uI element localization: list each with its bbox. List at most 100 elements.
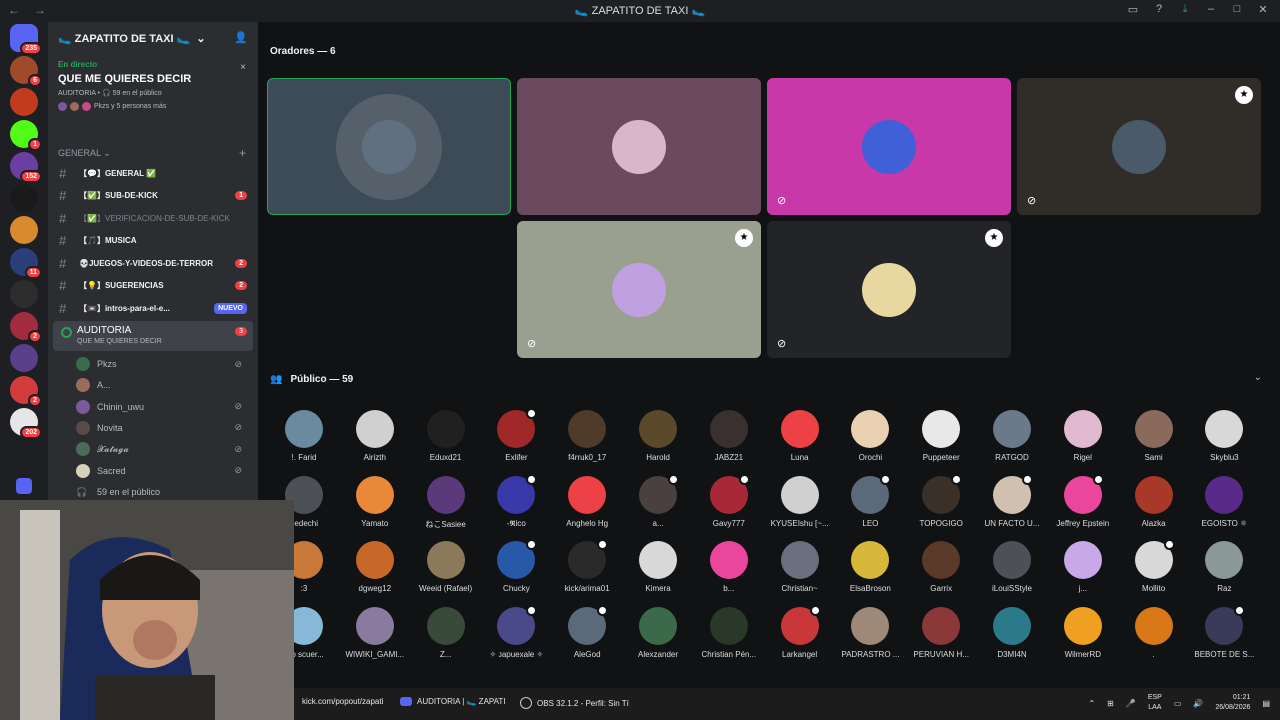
audience-member[interactable]: Alazka	[1119, 475, 1189, 528]
audience-member[interactable]: Eduxd21	[411, 410, 481, 462]
channel-item[interactable]: # 【💬】GENERAL ✅	[53, 163, 253, 183]
add-member-icon[interactable]: 👤	[234, 31, 248, 44]
channel-item[interactable]: # 【📼】intros-para-el-e... NUEVO	[53, 298, 253, 318]
audience-member[interactable]: Alexzander	[623, 606, 693, 659]
audience-member[interactable]: .	[1119, 606, 1189, 659]
audience-member[interactable]: dgweg12	[340, 541, 410, 593]
audience-member[interactable]: Jeffrey Epstein	[1048, 473, 1118, 528]
maximize-icon[interactable]: □	[1230, 3, 1244, 16]
audience-member[interactable]: AleGod	[552, 604, 622, 659]
clock[interactable]: 01:21 26/08/2026	[1215, 693, 1250, 713]
audience-member[interactable]: Z...	[411, 606, 481, 659]
audience-member[interactable]: Garrix	[906, 541, 976, 593]
audience-member[interactable]: Larkangel	[765, 604, 835, 659]
audience-member[interactable]: b...	[694, 541, 764, 593]
audience-member[interactable]: Yamato	[340, 475, 410, 528]
audience-member[interactable]: Rigel	[1048, 410, 1118, 462]
close-window-icon[interactable]: ✕	[1256, 3, 1270, 16]
channel-item[interactable]: # 【✅】SUB-DE-KICK 1	[53, 186, 253, 206]
audience-member[interactable]: PERUVIAN H...	[906, 606, 976, 659]
chevron-down-icon[interactable]: ⌄	[1254, 372, 1262, 383]
speaker-tile[interactable]: ⊘ ★	[767, 221, 1011, 358]
taskbar-item-obs[interactable]: OBS 32.1.2 - Perfil: Sin Tí	[520, 697, 629, 709]
audience-member[interactable]: D3MI4N	[977, 606, 1047, 659]
audience-header[interactable]: 👥 Público — 59	[270, 374, 353, 385]
audience-member[interactable]: TOPOGIGO	[906, 473, 976, 528]
language-indicator[interactable]: ESP LAA	[1148, 693, 1162, 713]
taskbar-item-browser[interactable]: kick.com/popout/zapati	[302, 697, 383, 706]
speaker-tile[interactable]	[267, 78, 511, 215]
audience-count-row[interactable]: 🎧 59 en el público	[76, 482, 248, 500]
audience-member[interactable]: iLouiSStyle	[977, 541, 1047, 593]
audience-member[interactable]: UN FACTO U...	[977, 473, 1047, 528]
speaker-tile[interactable]: ⊘ ★	[1017, 78, 1261, 215]
audience-member[interactable]: ElsaBroson	[835, 541, 905, 593]
audience-member[interactable]: Raz	[1189, 541, 1259, 593]
audience-member[interactable]: Orochi	[835, 410, 905, 462]
channel-item[interactable]: # 【🎵】MUSICA	[53, 231, 253, 251]
audience-member[interactable]: Anghelo Hg	[552, 475, 622, 528]
audience-member[interactable]: WIWIKI_GAMI...	[340, 606, 410, 659]
speaker-tile[interactable]: ⊘ ★	[517, 221, 761, 358]
minimize-icon[interactable]: –	[1204, 3, 1218, 16]
audience-member[interactable]: Weeid (Rafael)	[411, 541, 481, 593]
server-icon[interactable]	[10, 184, 38, 212]
audience-member[interactable]: Puppeteer	[906, 410, 976, 462]
folder-icon[interactable]	[16, 478, 32, 494]
category-general[interactable]: GENERAL ⌄	[58, 148, 111, 159]
voice-user[interactable]: Novita ⊘	[76, 418, 248, 438]
audience-member[interactable]: ✧ ᴊapuexale ✧	[481, 604, 551, 659]
server-icon[interactable]	[10, 344, 38, 372]
audience-member[interactable]: KYUSEIshu [~...	[765, 475, 835, 528]
channel-item[interactable]: # 💀JUEGOS-Y-VIDEOS-DE-TERROR 2	[53, 253, 253, 273]
voice-user[interactable]: Sacred ⊘	[76, 461, 248, 481]
network-icon[interactable]: ⊞	[1107, 699, 1114, 708]
audience-member[interactable]: Airizth	[340, 410, 410, 462]
audience-member[interactable]: Chucky	[481, 539, 551, 593]
server-icon[interactable]: 2	[10, 376, 42, 407]
server-icon[interactable]: 2	[10, 312, 42, 343]
audience-member[interactable]: LEO	[835, 473, 905, 528]
audience-member[interactable]: Christian~	[765, 541, 835, 593]
audience-member[interactable]: ねこSasiee	[411, 475, 481, 530]
audience-member[interactable]: PADRASTRO ...	[835, 606, 905, 659]
server-icon[interactable]: 1	[10, 120, 42, 151]
display-icon[interactable]: ▭	[1174, 699, 1182, 708]
audience-member[interactable]: !. Farid	[269, 410, 339, 462]
live-stage-banner[interactable]: En directo QUE ME QUIERES DECIR AUDITORI…	[48, 54, 258, 124]
audience-member[interactable]: Skyblu3	[1189, 410, 1259, 462]
notification-icon[interactable]: ▤	[1262, 699, 1270, 708]
server-header[interactable]: 🥿 ZAPATITO DE TAXI 🥿 ⌄ 👤	[48, 22, 258, 54]
audience-member[interactable]: Harold	[623, 410, 693, 462]
audience-member[interactable]: EGOISTO ⚛	[1189, 475, 1259, 528]
add-channel-icon[interactable]: +	[239, 146, 246, 160]
help-icon[interactable]: ?	[1152, 3, 1166, 16]
audience-member[interactable]: j...	[1048, 541, 1118, 593]
audience-member[interactable]: RATGOD	[977, 410, 1047, 462]
audience-member[interactable]: kick/arima01	[552, 539, 622, 593]
audience-member[interactable]: Christian Pén...	[694, 606, 764, 659]
server-icon[interactable]: 152	[10, 152, 42, 183]
server-icon[interactable]: 6	[10, 56, 42, 87]
speaker-tile[interactable]	[517, 78, 761, 215]
channel-item[interactable]: # 【✅】VERIFICACION-DE-SUB-DE-KICK	[53, 208, 253, 228]
taskbar-item-discord[interactable]: AUDITORIA | 🥿 ZAPATI	[400, 697, 506, 706]
voice-user[interactable]: Pkzs ⊘	[76, 354, 248, 374]
server-icon[interactable]	[10, 280, 38, 308]
audience-member[interactable]: Kimera	[623, 541, 693, 593]
audience-member[interactable]: Mollito	[1119, 539, 1189, 593]
audience-member[interactable]: -𝕽ico	[481, 473, 551, 529]
speaker-tile[interactable]: ⊘	[767, 78, 1011, 215]
audience-member[interactable]: Exlifer	[481, 408, 551, 462]
chevron-down-icon[interactable]: ⌄	[196, 32, 205, 45]
server-icon[interactable]	[10, 88, 38, 116]
microphone-icon[interactable]: 🎤	[1126, 699, 1136, 708]
server-icon[interactable]	[10, 216, 38, 244]
audience-member[interactable]: Sami	[1119, 410, 1189, 462]
volume-icon[interactable]: 🔊	[1193, 699, 1203, 708]
inbox-icon[interactable]: ▭	[1126, 3, 1140, 16]
close-icon[interactable]: ×	[240, 62, 246, 73]
server-icon[interactable]: 235	[10, 24, 42, 55]
server-icon[interactable]: 202	[10, 408, 42, 439]
audience-member[interactable]: WilmerRD	[1048, 606, 1118, 659]
